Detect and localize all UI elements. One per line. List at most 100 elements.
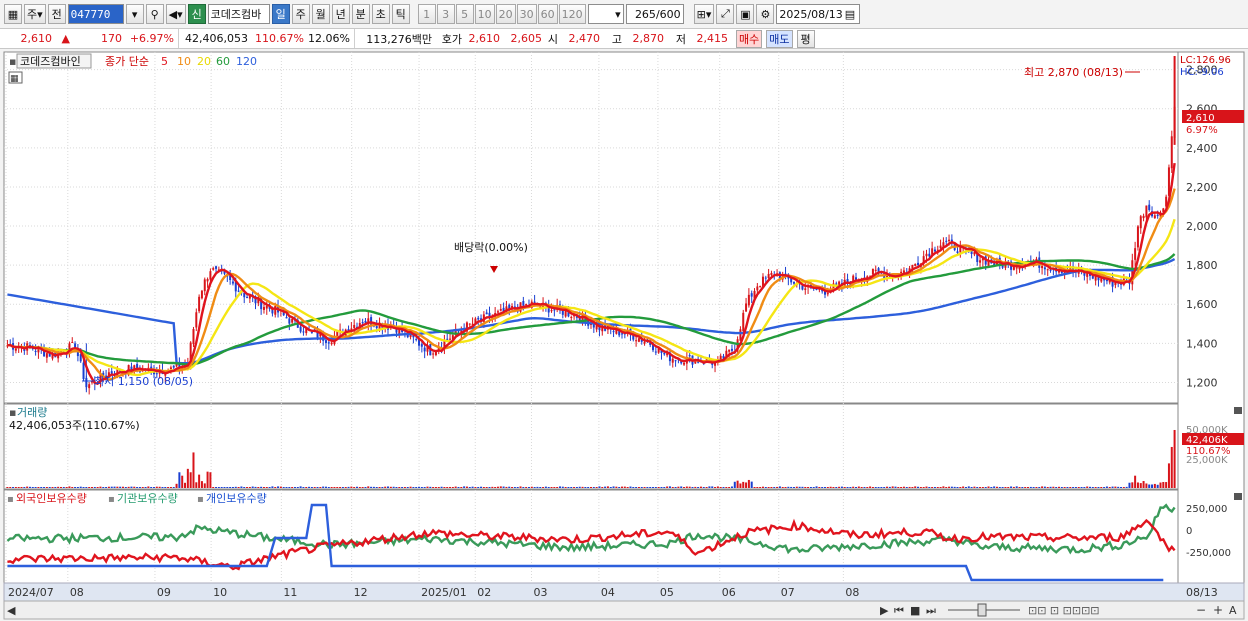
volume-bar <box>133 486 136 488</box>
scroll-left-icon[interactable]: ◀ <box>7 604 16 617</box>
search-icon[interactable]: ⚲ <box>145 4 164 24</box>
save-icon[interactable]: ▣ <box>736 4 755 24</box>
prev-button[interactable]: 전 <box>47 4 66 24</box>
close-pane-icon[interactable] <box>1234 407 1242 414</box>
calendar-icon[interactable]: ▤ <box>845 8 855 21</box>
period-button[interactable]: 초 <box>371 4 390 24</box>
candle-body <box>1041 265 1044 269</box>
interval-button[interactable]: 60 <box>537 4 558 24</box>
volume-bar <box>883 487 886 488</box>
candle-body <box>750 293 753 297</box>
close-pane-icon[interactable] <box>1234 493 1242 500</box>
volume-bar <box>1069 487 1072 488</box>
forward-icon[interactable]: ⏭ <box>926 604 936 617</box>
zoom-slider-handle[interactable] <box>977 603 987 617</box>
volume-bar <box>527 487 530 488</box>
hold-axis-250k: 250,000 <box>1186 504 1227 515</box>
stock-code-input[interactable]: 047770 <box>67 4 124 24</box>
period-button[interactable]: 월 <box>311 4 330 24</box>
font-size-icon[interactable]: A <box>1229 604 1237 617</box>
period-button[interactable]: 년 <box>331 4 350 24</box>
svg-text:▪: ▪ <box>197 494 204 505</box>
volume-bar <box>581 486 584 488</box>
volume-bar <box>668 486 671 488</box>
period-button[interactable]: 주 <box>291 4 310 24</box>
volume-bar <box>1055 487 1058 488</box>
legend-foreign: 외국인보유수량 <box>16 492 87 505</box>
volume-bar <box>1035 487 1038 488</box>
volume-bar <box>305 487 308 488</box>
interval-button[interactable]: 20 <box>495 4 516 24</box>
layout-tools-icon[interactable]: ⊡⊡ ⊡ ⊡⊡⊡⊡ <box>1028 604 1100 617</box>
interval-button[interactable]: 5 <box>455 4 474 24</box>
candle-body <box>1046 269 1049 271</box>
sell-button[interactable]: 매도 <box>766 29 793 48</box>
scroll-right-icon[interactable]: ▶ <box>880 604 889 617</box>
gear-icon[interactable]: ⚙ <box>756 4 775 24</box>
interval-button[interactable]: 3 <box>436 4 455 24</box>
zoom-out-icon[interactable]: − <box>1196 603 1206 617</box>
speaker-icon[interactable]: ◀▾ <box>165 4 186 24</box>
volume-bar <box>150 487 153 488</box>
avg-button[interactable]: 평 <box>796 29 815 48</box>
stock-chart[interactable]: 2,8002,6002,4002,2002,0001,8001,6001,400… <box>0 50 1248 621</box>
volume-bar <box>855 487 858 488</box>
period-button[interactable]: 틱 <box>391 4 410 24</box>
volume-bar <box>931 487 934 488</box>
volume-bar <box>632 487 635 488</box>
volume-bar <box>178 472 181 488</box>
interval-button[interactable]: 10 <box>474 4 495 24</box>
date-axis-label: 08 <box>70 586 84 599</box>
tools-icon[interactable]: ⤢ <box>716 4 735 24</box>
volume-bar <box>719 487 722 488</box>
candle-type-icon[interactable]: ⊞▾ <box>693 4 715 24</box>
market-select[interactable]: 주 ▾ <box>24 4 46 24</box>
legend-stock[interactable]: 코데즈컴바인 <box>20 55 81 68</box>
buy-button[interactable]: 매수 <box>736 29 763 48</box>
interval-button[interactable]: 120 <box>558 4 586 24</box>
period-button[interactable]: 일 <box>271 4 290 24</box>
last-pct-tag: 6.97% <box>1186 125 1218 136</box>
volume-bar <box>1086 486 1089 488</box>
layout-icon[interactable]: ▦ <box>4 4 22 24</box>
volume-bar <box>1077 487 1080 488</box>
volume-bar <box>609 487 612 488</box>
volume-bar <box>959 487 962 488</box>
date-field[interactable]: 2025/08/13 ▤ <box>776 4 861 24</box>
settings-dot-icon[interactable]: ▪ <box>9 55 16 68</box>
candle-body <box>215 266 218 269</box>
volume-bar <box>48 487 51 488</box>
period-button[interactable]: 분 <box>351 4 370 24</box>
volume-bar <box>761 486 764 488</box>
volume-bar <box>485 487 488 488</box>
candle-body <box>1012 266 1015 270</box>
volume-bar <box>54 487 57 488</box>
volume-bar <box>753 487 756 488</box>
interval-button[interactable]: 30 <box>516 4 537 24</box>
zoom-in-icon[interactable]: + <box>1213 603 1223 617</box>
code-dropdown-icon[interactable]: ▾ <box>125 4 144 24</box>
candle-body <box>643 341 646 344</box>
volume-bar <box>370 486 373 488</box>
interval-button[interactable]: 1 <box>417 4 436 24</box>
volume-bar <box>519 486 522 488</box>
candle-body <box>420 344 423 347</box>
volume-bar <box>826 487 829 488</box>
count-field[interactable]: 265/600 <box>625 4 684 24</box>
candle-body <box>327 342 330 344</box>
volume-bar <box>437 487 440 488</box>
volume-bar <box>908 486 911 488</box>
stop-icon[interactable]: ■ <box>910 604 920 617</box>
volume-bar <box>702 487 705 488</box>
volume-bar <box>43 487 46 488</box>
volume-bar <box>494 487 497 488</box>
volume-bar <box>62 487 65 488</box>
custom-interval[interactable]: ▾ <box>587 4 624 24</box>
rewind-icon[interactable]: ⏮ <box>894 604 904 617</box>
volume-bar <box>508 486 511 488</box>
date-axis-label: 03 <box>533 586 547 599</box>
legend-individual: 개인보유수량 <box>206 492 267 505</box>
change-pct: +6.97% <box>129 32 174 45</box>
volume-bar <box>446 487 449 488</box>
volume-bar <box>358 487 361 488</box>
